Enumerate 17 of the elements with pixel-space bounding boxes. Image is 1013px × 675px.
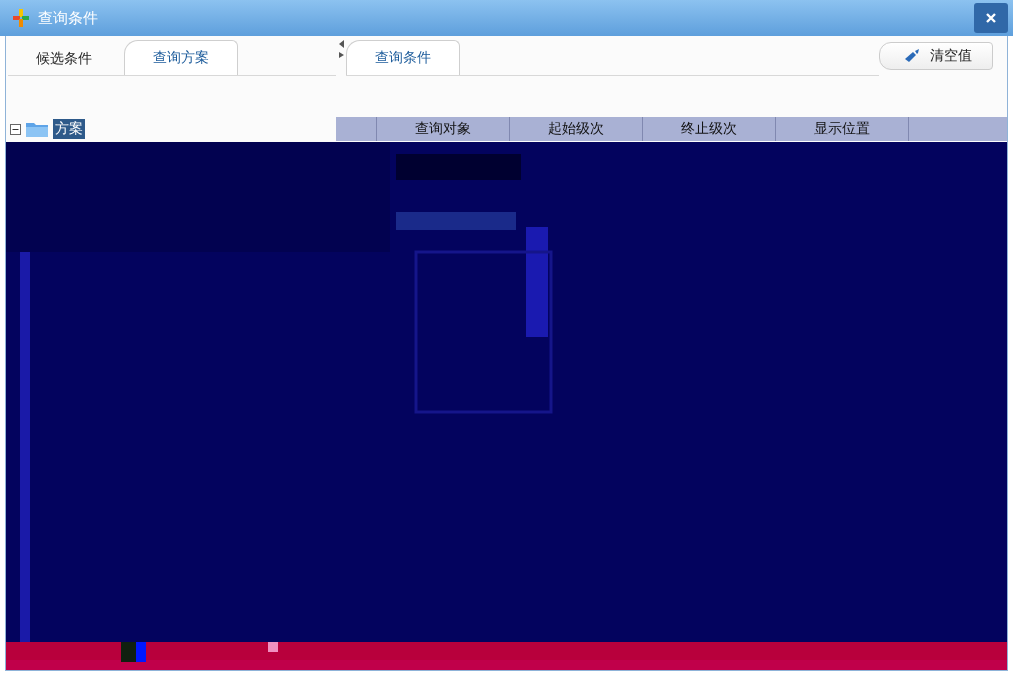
close-icon	[986, 13, 996, 23]
app-logo-icon	[12, 8, 30, 28]
column-header[interactable]: 查询对象	[377, 117, 510, 141]
collapse-box-icon[interactable]	[10, 123, 21, 135]
column-header[interactable]: 显示位置	[776, 117, 909, 141]
tab[interactable]: 候选条件	[8, 43, 120, 75]
tab[interactable]: 查询条件	[346, 40, 460, 75]
column-header[interactable]: 起始级次	[510, 117, 643, 141]
column-header[interactable]: 终止级次	[643, 117, 776, 141]
brush-icon	[904, 49, 920, 63]
window-title: 查询条件	[38, 8, 98, 28]
tree-node[interactable]: 方案	[53, 119, 85, 139]
clear-values-button[interactable]: 清空值	[879, 42, 993, 70]
folder-icon	[25, 120, 49, 138]
close-button[interactable]	[974, 3, 1008, 33]
tab[interactable]: 查询方案	[124, 40, 238, 75]
collapse-arrow-icon[interactable]	[338, 40, 344, 58]
